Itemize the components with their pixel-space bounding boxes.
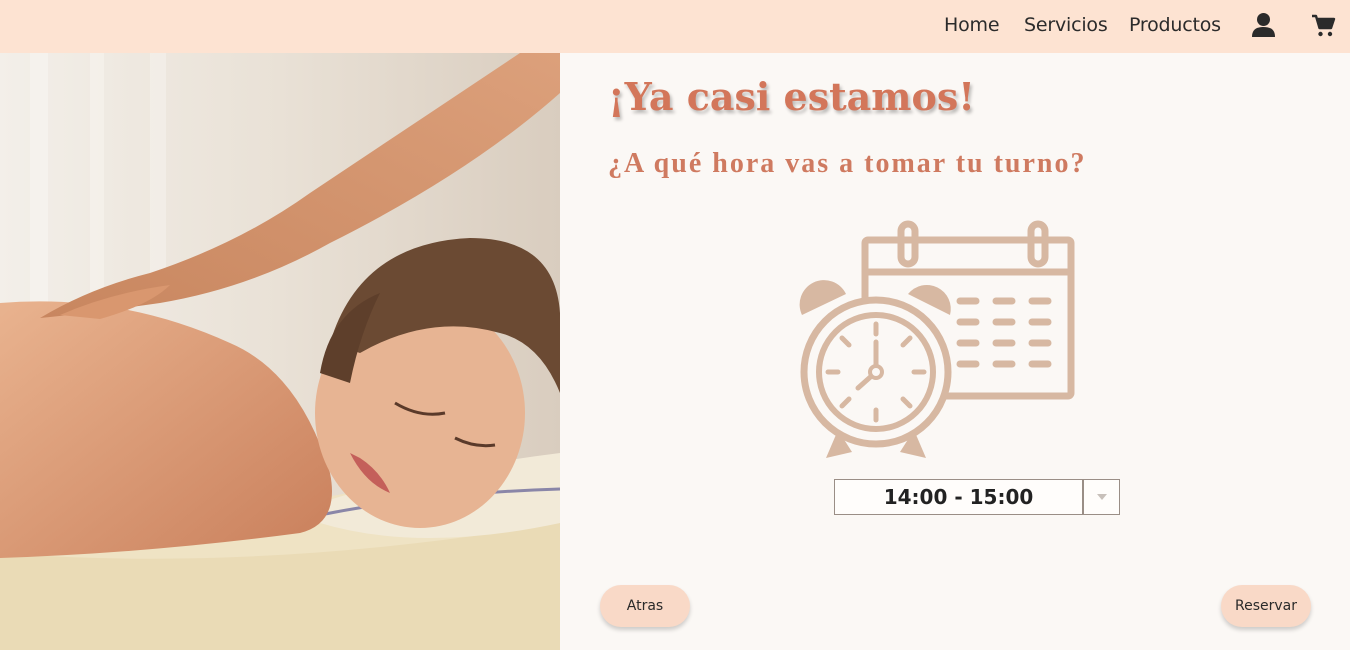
alarm-clock-calendar-icon bbox=[798, 220, 1080, 469]
chevron-down-icon[interactable] bbox=[1083, 479, 1120, 515]
back-button[interactable]: Atras bbox=[600, 585, 690, 627]
page-subtitle: ¿A qué hora vas a tomar tu turno? bbox=[608, 148, 1087, 179]
top-navigation-bar: Home Servicios Productos bbox=[0, 0, 1350, 53]
nav-link-productos[interactable]: Productos bbox=[1129, 14, 1221, 36]
user-icon[interactable] bbox=[1251, 12, 1276, 42]
shopping-cart-icon[interactable] bbox=[1311, 14, 1336, 42]
reserve-button[interactable]: Reservar bbox=[1221, 585, 1311, 627]
nav-link-home[interactable]: Home bbox=[944, 14, 1000, 36]
page-title: ¡Ya casi estamos! bbox=[608, 74, 975, 119]
time-slot-select[interactable]: 14:00 - 15:00 bbox=[834, 479, 1083, 515]
nav-link-servicios[interactable]: Servicios bbox=[1024, 14, 1108, 36]
spa-massage-photo bbox=[0, 53, 560, 650]
